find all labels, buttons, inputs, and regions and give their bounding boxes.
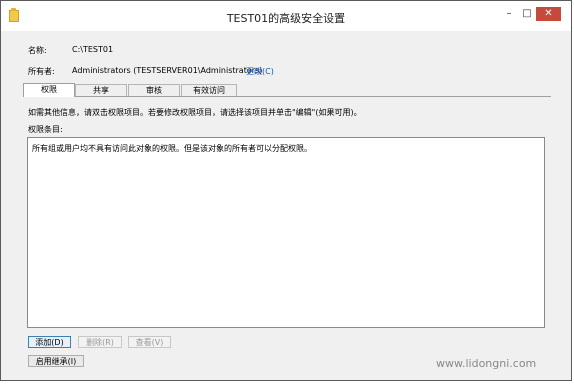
tab-share[interactable]: 共享 — [75, 84, 127, 96]
permission-entries-list[interactable]: 所有组或用户均不具有访问此对象的权限。但是该对象的所有者可以分配权限。 — [27, 137, 545, 328]
minimize-button[interactable]: – — [501, 7, 517, 21]
tab-label: 共享 — [93, 86, 109, 95]
tab-permissions[interactable]: 权限 — [23, 83, 75, 97]
change-owner-link[interactable]: 更改(C) — [246, 66, 274, 77]
maximize-button[interactable]: □ — [519, 7, 535, 21]
tab-label: 权限 — [41, 85, 57, 94]
view-button[interactable]: 查看(V) — [128, 336, 171, 348]
remove-button[interactable]: 删除(R) — [78, 336, 122, 348]
entries-label: 权限条目: — [28, 125, 63, 134]
title-bar: TEST01的高级安全设置 – □ ✕ — [1, 1, 571, 31]
window-title: TEST01的高级安全设置 — [226, 12, 346, 25]
empty-list-message: 所有组或用户均不具有访问此对象的权限。但是该对象的所有者可以分配权限。 — [32, 144, 312, 153]
name-value: C:\TEST01 — [72, 45, 114, 54]
tab-label: 审核 — [146, 86, 162, 95]
name-label: 名称: — [28, 46, 47, 55]
enable-inheritance-button[interactable]: 启用继承(I) — [28, 355, 84, 367]
close-button[interactable]: ✕ — [536, 7, 561, 21]
dialog-window: TEST01的高级安全设置 – □ ✕ 名称: C:\TEST01 所有者: A… — [0, 0, 572, 381]
tab-effective-access[interactable]: 有效访问 — [181, 84, 237, 96]
watermark: www.lidongni.com — [436, 357, 537, 370]
tab-divider — [23, 96, 551, 97]
tab-label: 有效访问 — [193, 86, 225, 95]
owner-value: Administrators (TESTSERVER01\Administrat… — [72, 66, 263, 75]
owner-label: 所有者: — [28, 67, 55, 76]
info-text: 如需其他信息，请双击权限项目。若要修改权限项目，请选择该项目并单击"编辑"(如果… — [28, 108, 362, 117]
tab-auditing[interactable]: 审核 — [128, 84, 180, 96]
add-button[interactable]: 添加(D) — [28, 336, 71, 348]
